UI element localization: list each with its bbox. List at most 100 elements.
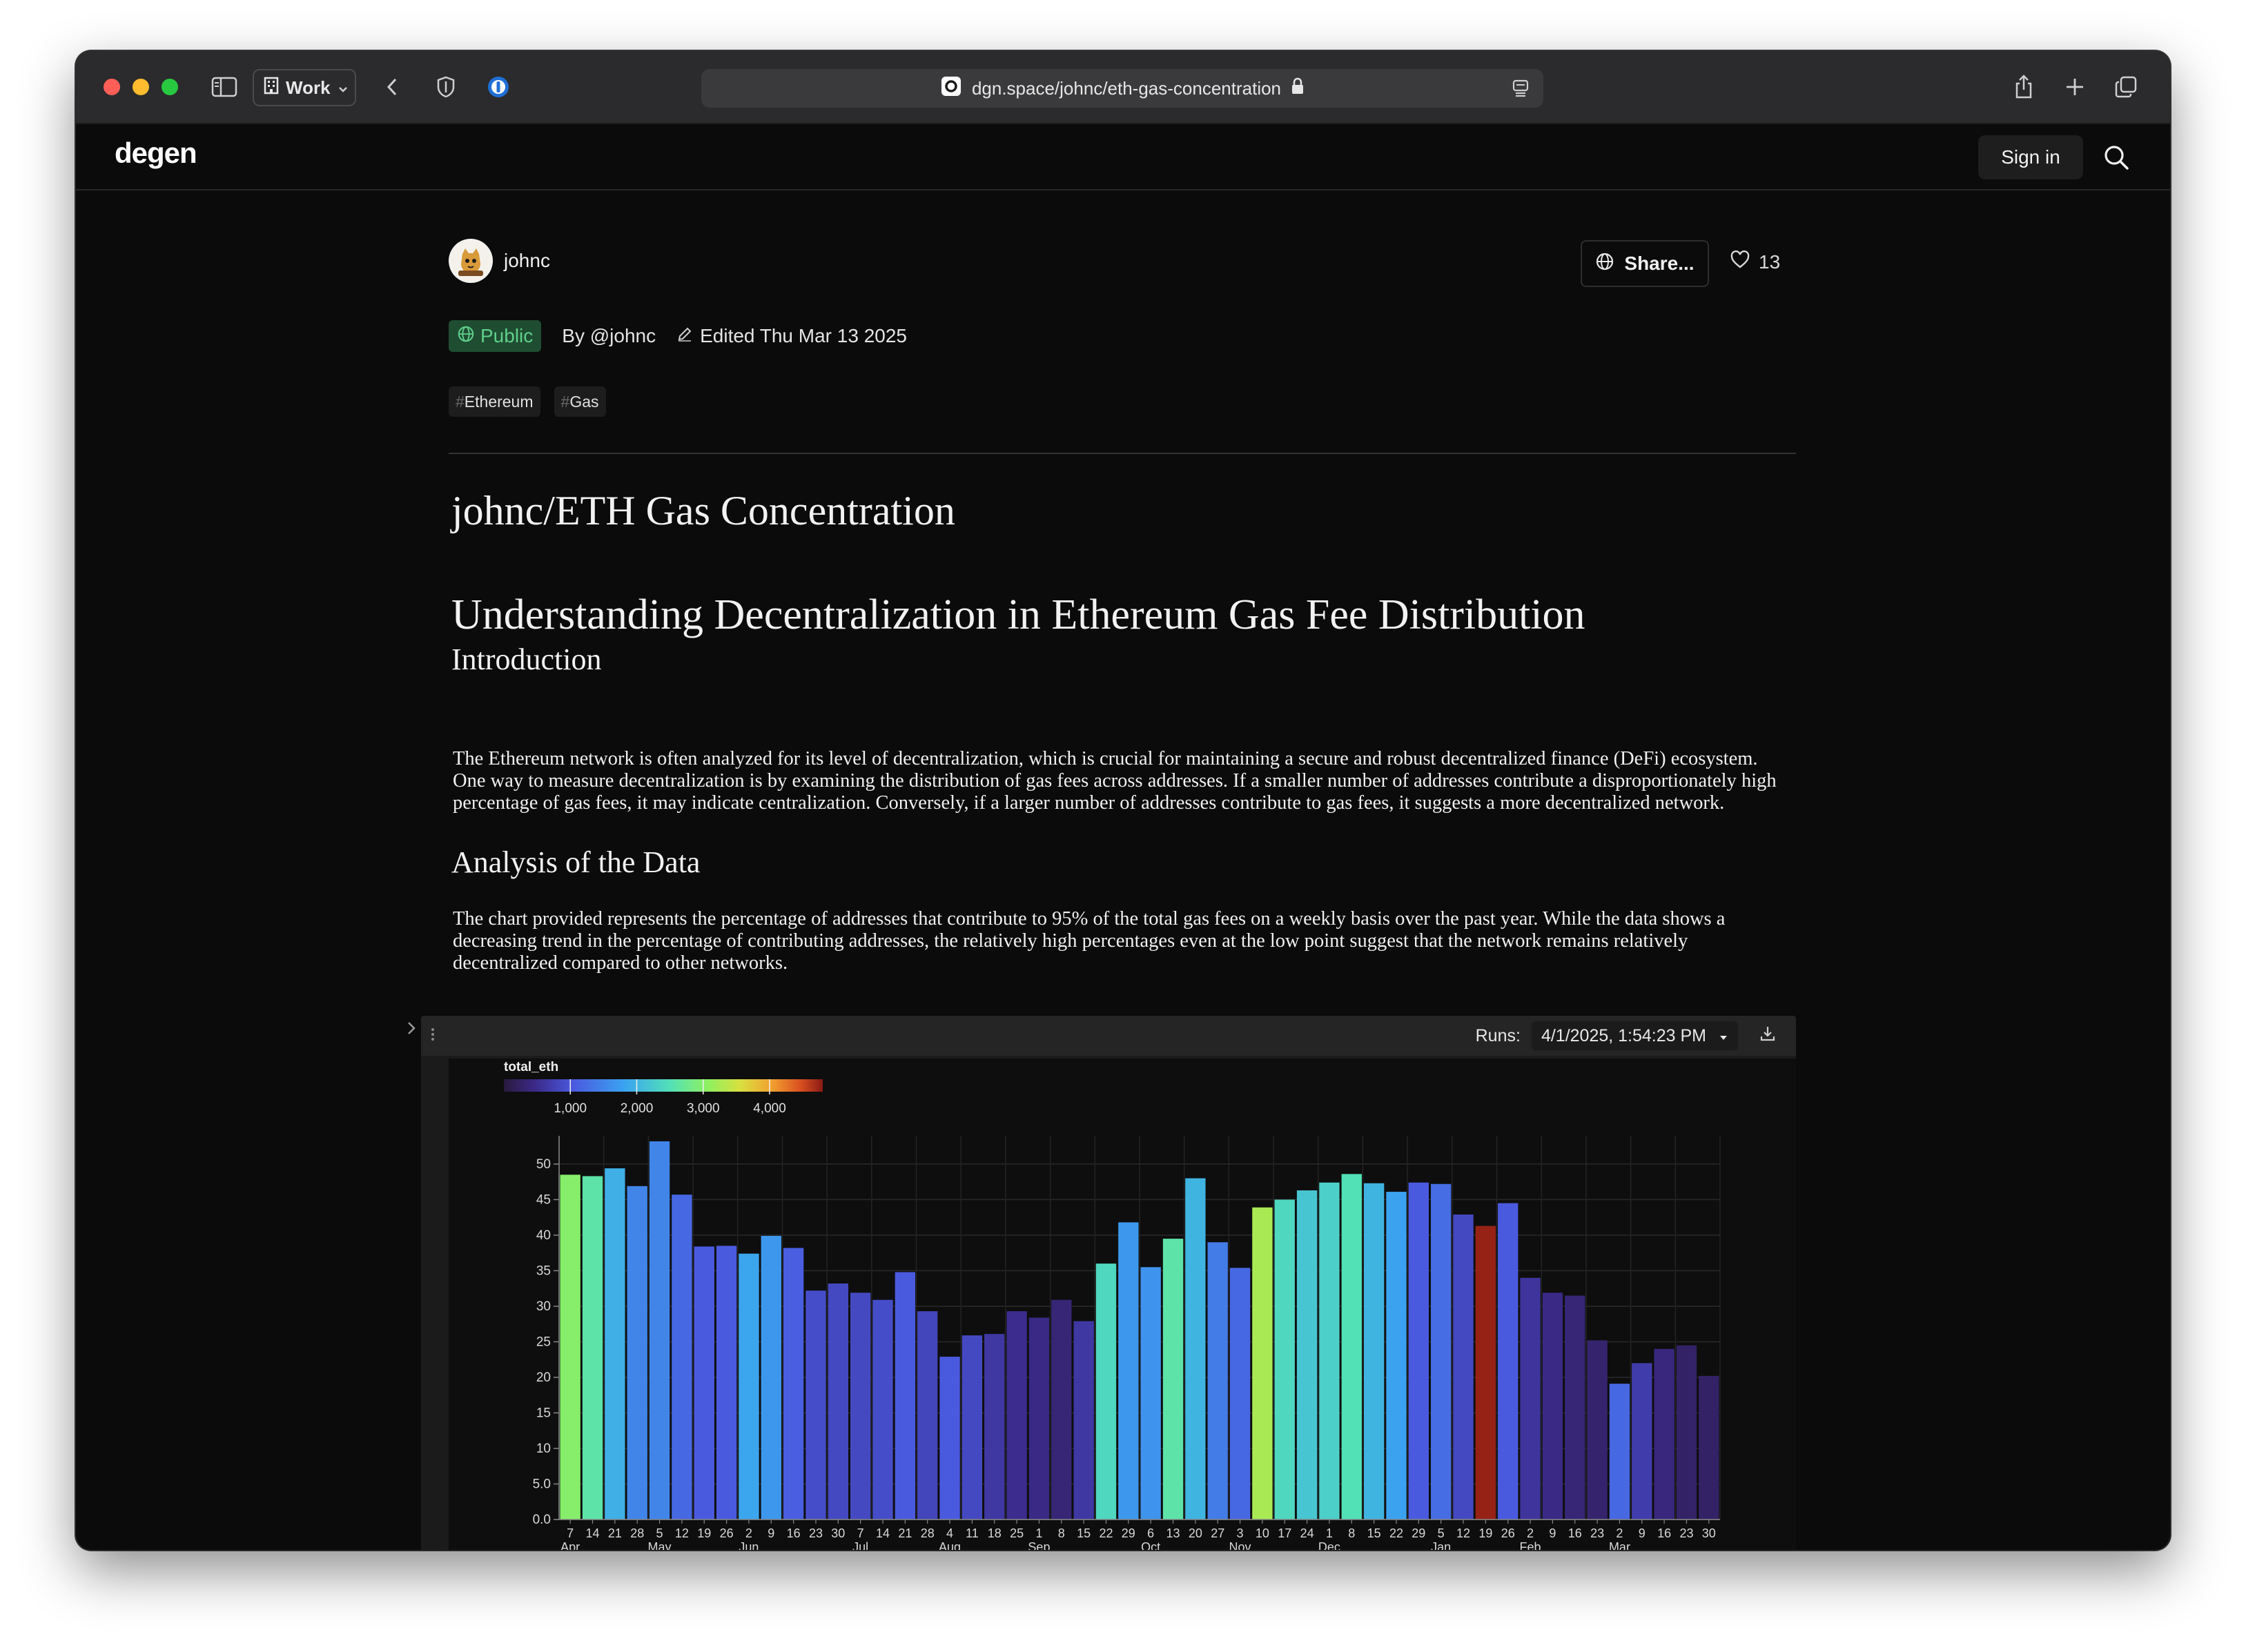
share-icon[interactable] [2009, 69, 2039, 105]
chart-bar [1363, 1183, 1385, 1520]
x-tick-label: 21 [608, 1526, 622, 1540]
lock-icon [1291, 77, 1305, 100]
chart-bar [1498, 1203, 1519, 1520]
share-button[interactable]: Share... [1581, 240, 1709, 287]
degen-logo[interactable]: degen [115, 137, 197, 170]
doc-heading: Understanding Decentralization in Ethere… [451, 591, 1585, 638]
y-tick-label: 50 [536, 1157, 551, 1172]
drag-handle-icon[interactable] [429, 1025, 436, 1047]
share-label: Share... [1624, 253, 1695, 274]
tag-label: Ethereum [464, 392, 534, 411]
x-tick-label: 16 [1657, 1526, 1671, 1540]
x-tick-label: 14 [876, 1526, 890, 1540]
x-month-label: Apr [560, 1540, 580, 1550]
chart-bar [1140, 1267, 1161, 1520]
chart-bar [694, 1246, 714, 1520]
shield-icon[interactable] [431, 69, 461, 105]
chart-bar [1207, 1242, 1228, 1520]
edited-label: Edited Thu Mar 13 2025 [700, 325, 907, 346]
x-tick-label: 8 [1348, 1526, 1355, 1540]
x-tick-label: 6 [1147, 1526, 1154, 1540]
address-bar[interactable]: dgn.space/johnc/eth-gas-concentration [701, 69, 1543, 108]
tag-label: Gas [569, 392, 599, 411]
x-tick-label: 24 [1300, 1526, 1314, 1540]
x-tick-label: 16 [787, 1526, 801, 1540]
password-manager-icon[interactable] [483, 69, 514, 105]
x-tick-label: 12 [675, 1526, 689, 1540]
site-favicon-icon [940, 75, 962, 102]
download-icon[interactable] [1759, 1025, 1777, 1048]
sidebar-toggle-icon[interactable] [208, 69, 240, 105]
chevron-down-icon [338, 77, 349, 99]
x-tick-label: 7 [567, 1526, 574, 1540]
x-tick-label: 7 [857, 1526, 864, 1540]
divider [449, 453, 1796, 454]
chart-bar [961, 1335, 983, 1520]
like-button[interactable]: 13 [1730, 250, 1780, 274]
y-tick-label: 0.0 [533, 1513, 551, 1527]
search-icon[interactable] [2102, 144, 2130, 175]
tab-overview-icon[interactable] [2111, 69, 2141, 105]
sign-in-button[interactable]: Sign in [1978, 135, 2083, 179]
x-tick-label: 3 [1237, 1526, 1244, 1540]
zoom-window-button[interactable] [162, 79, 178, 95]
x-tick-label: 27 [1211, 1526, 1224, 1540]
x-tick-label: 21 [898, 1526, 912, 1540]
x-tick-label: 14 [586, 1526, 600, 1540]
avatar[interactable] [449, 239, 493, 283]
x-tick-label: 19 [1478, 1526, 1492, 1540]
chart-bar [716, 1246, 737, 1520]
chart-bar [1229, 1268, 1251, 1520]
chart-bar [1319, 1182, 1340, 1520]
x-tick-label: 22 [1389, 1526, 1403, 1540]
tag-ethereum[interactable]: # Ethereum [449, 386, 540, 417]
chart-bar [872, 1299, 893, 1520]
x-tick-label: 23 [1679, 1526, 1693, 1540]
cell-expand-chevron-icon[interactable] [404, 1019, 418, 1043]
x-tick-label: 29 [1122, 1526, 1135, 1540]
chart-bar [1632, 1363, 1652, 1520]
x-tick-label: 8 [1058, 1526, 1065, 1540]
run-select[interactable]: 4/1/2025, 1:54:23 PM [1531, 1021, 1738, 1050]
tag-gas[interactable]: # Gas [554, 386, 606, 417]
chart-bar [895, 1272, 916, 1520]
analysis-paragraph: The chart provided represents the percen… [453, 908, 1726, 974]
chart-bar [761, 1235, 781, 1520]
x-month-label: Sep [1028, 1540, 1050, 1550]
chart-bar [1542, 1292, 1563, 1520]
chart-bar [649, 1141, 670, 1520]
chart-bar [805, 1290, 826, 1520]
chart-bar [1274, 1199, 1295, 1520]
x-tick-label: 5 [656, 1526, 663, 1540]
x-tick-label: 12 [1456, 1526, 1470, 1540]
close-window-button[interactable] [104, 79, 120, 95]
x-tick-label: 26 [720, 1526, 734, 1540]
x-tick-label: 23 [809, 1526, 823, 1540]
x-month-label: Jun [739, 1540, 759, 1550]
globe-icon [1595, 252, 1614, 276]
chart-bar [1654, 1348, 1674, 1520]
chart-bar [627, 1186, 647, 1520]
x-tick-label: 9 [1639, 1526, 1646, 1540]
byline[interactable]: By @johnc [562, 325, 656, 347]
back-arrow-icon[interactable] [378, 69, 406, 105]
run-value: 4/1/2025, 1:54:23 PM [1541, 1025, 1706, 1045]
x-month-label: Feb [1520, 1540, 1541, 1550]
x-tick-label: 22 [1099, 1526, 1113, 1540]
reader-mode-icon[interactable] [1512, 79, 1530, 103]
x-tick-label: 30 [1702, 1526, 1716, 1540]
chart-bar [1609, 1384, 1630, 1520]
minimize-window-button[interactable] [133, 79, 149, 95]
chart-bar [1475, 1226, 1496, 1520]
chart-bar [1699, 1375, 1719, 1520]
visibility-badge: Public [449, 320, 542, 352]
query-cell: Runs: 4/1/2025, 1:54:23 PM total_eth 1,00… [421, 1016, 1796, 1550]
tab-group-selector[interactable]: Work [253, 69, 356, 106]
x-month-label: Nov [1229, 1540, 1251, 1550]
chart-bar [828, 1283, 848, 1520]
author-name[interactable]: johnc [504, 250, 550, 272]
heart-icon [1730, 250, 1750, 274]
author-row[interactable]: johnc [449, 239, 550, 283]
new-tab-plus-icon[interactable] [2060, 69, 2090, 105]
chart-bar [1095, 1263, 1117, 1520]
